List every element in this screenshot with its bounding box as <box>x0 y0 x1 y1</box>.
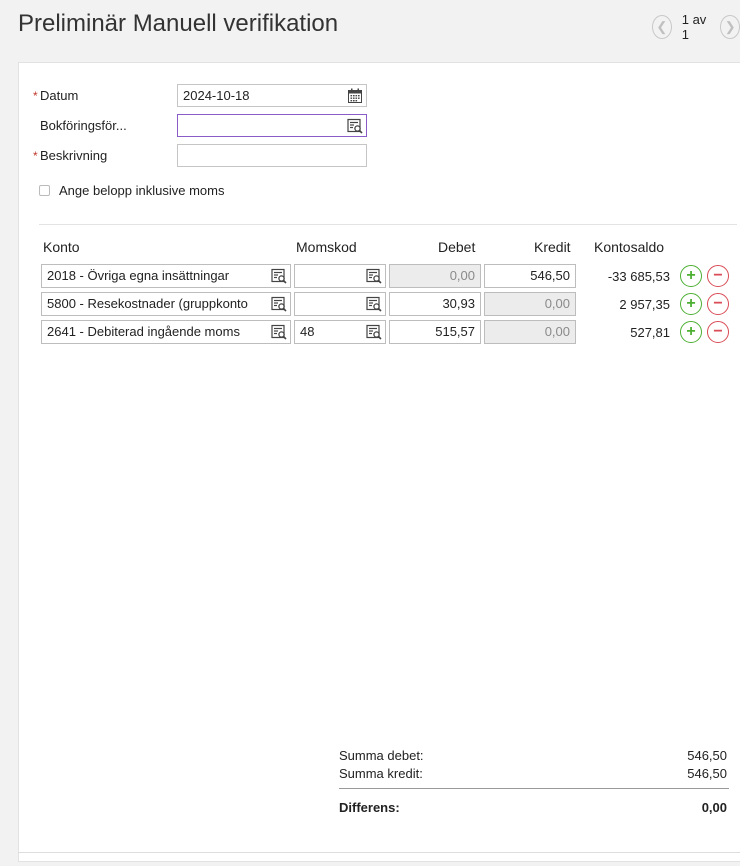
header-kredit: Kredit <box>534 239 571 255</box>
lookup-list-icon[interactable] <box>271 268 287 284</box>
footer-divider <box>18 852 740 853</box>
datum-row: * Datum <box>33 88 178 103</box>
differens-label: Differens: <box>339 800 400 815</box>
lookup-list-icon[interactable] <box>271 296 287 312</box>
momskod-field[interactable]: 48 <box>294 320 386 344</box>
datum-field[interactable]: 2024-10-18 <box>177 84 367 107</box>
required-mark: * <box>33 148 38 163</box>
lookup-list-icon[interactable] <box>366 324 382 340</box>
summa-debet-value: 546,50 <box>687 748 727 763</box>
minus-circle-icon: − <box>713 323 723 340</box>
momskod-value: 48 <box>300 324 315 339</box>
datum-value: 2024-10-18 <box>183 88 250 103</box>
summa-debet-label: Summa debet: <box>339 748 424 763</box>
required-mark: * <box>33 88 38 103</box>
add-row-button[interactable]: + <box>680 321 702 343</box>
header-kontosaldo: Kontosaldo <box>594 239 665 255</box>
summa-kredit-value: 546,50 <box>687 766 727 781</box>
konto-value: 2641 - Debiterad ingående moms <box>47 324 240 339</box>
momskod-field[interactable] <box>294 264 386 288</box>
kontosaldo-value: -33 685,53 <box>607 269 670 284</box>
kredit-field[interactable]: 546,50 <box>484 264 576 288</box>
header-konto: Konto <box>43 239 80 255</box>
kontosaldo-value: 2 957,35 <box>619 297 670 312</box>
debet-value: 515,57 <box>435 324 475 339</box>
kredit-value: 0,00 <box>544 324 570 339</box>
debet-value: 0,00 <box>449 268 475 283</box>
inkl-moms-checkbox[interactable] <box>39 185 50 196</box>
header-momskod: Momskod <box>296 239 357 255</box>
chevron-right-icon: ❯ <box>724 19 736 34</box>
debet-field[interactable]: 0,00 <box>389 264 481 288</box>
minus-circle-icon: − <box>713 267 723 284</box>
inkl-moms-label: Ange belopp inklusive moms <box>59 183 225 198</box>
kredit-value: 546,50 <box>530 268 570 283</box>
differens-value: 0,00 <box>701 800 727 815</box>
header-debet: Debet <box>438 239 476 255</box>
page-title: Preliminär Manuell verifikation <box>18 10 339 37</box>
add-row-button[interactable]: + <box>680 265 702 287</box>
summa-kredit-label: Summa kredit: <box>339 766 423 781</box>
beskrivning-field[interactable] <box>177 144 367 167</box>
remove-row-button[interactable]: − <box>707 321 729 343</box>
inkl-moms-option[interactable]: Ange belopp inklusive moms <box>39 183 224 198</box>
kredit-field[interactable]: 0,00 <box>484 320 576 344</box>
add-row-button[interactable]: + <box>680 293 702 315</box>
prev-page-button[interactable]: ❮ <box>652 15 672 39</box>
kredit-value: 0,00 <box>544 296 570 311</box>
datum-label: Datum <box>40 88 79 103</box>
lookup-list-icon[interactable] <box>366 296 382 312</box>
momskod-field[interactable] <box>294 292 386 316</box>
calendar-icon[interactable] <box>347 88 363 104</box>
beskrivning-label: Beskrivning <box>40 148 108 163</box>
kredit-field[interactable]: 0,00 <box>484 292 576 316</box>
plus-circle-icon: + <box>686 267 696 284</box>
konto-field[interactable]: 5800 - Resekostnader (gruppkonto <box>41 292 291 316</box>
next-page-button[interactable]: ❯ <box>720 15 740 39</box>
divider <box>39 224 737 225</box>
pager: ❮ 1 av 1 ❯ <box>652 12 740 42</box>
bokforing-label: Bokföringsför... <box>40 118 127 133</box>
chevron-left-icon: ❮ <box>656 19 668 34</box>
konto-field[interactable]: 2641 - Debiterad ingående moms <box>41 320 291 344</box>
minus-circle-icon: − <box>713 295 723 312</box>
lookup-list-icon[interactable] <box>366 268 382 284</box>
pager-text: 1 av 1 <box>681 12 707 42</box>
konto-value: 2018 - Övriga egna insättningar <box>47 268 230 283</box>
debet-value: 30,93 <box>442 296 475 311</box>
plus-circle-icon: + <box>686 323 696 340</box>
remove-row-button[interactable]: − <box>707 265 729 287</box>
lookup-list-icon[interactable] <box>271 324 287 340</box>
konto-value: 5800 - Resekostnader (gruppkonto <box>47 296 248 311</box>
remove-row-button[interactable]: − <box>707 293 729 315</box>
debet-field[interactable]: 30,93 <box>389 292 481 316</box>
konto-field[interactable]: 2018 - Övriga egna insättningar <box>41 264 291 288</box>
plus-circle-icon: + <box>686 295 696 312</box>
bokforing-field[interactable] <box>177 114 367 137</box>
summary-divider <box>339 788 729 789</box>
kontosaldo-value: 527,81 <box>630 325 670 340</box>
verification-panel: * Datum 2024-10-18 Bokföringsför... * Be… <box>18 62 740 862</box>
bokforing-row: Bokföringsför... <box>33 118 178 133</box>
lookup-list-icon[interactable] <box>347 118 363 134</box>
beskrivning-row: * Beskrivning <box>33 148 178 163</box>
debet-field[interactable]: 515,57 <box>389 320 481 344</box>
